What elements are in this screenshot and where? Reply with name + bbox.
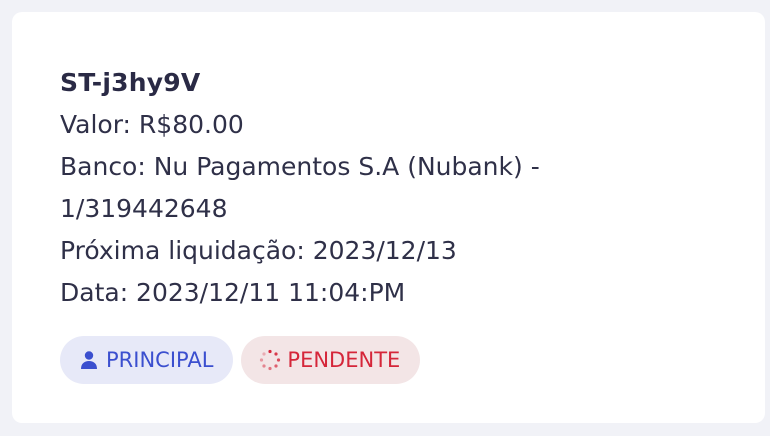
bank-line: Banco: Nu Pagamentos S.A (Nubank) - <box>60 152 540 181</box>
date-line: Data: 2023/12/11 11:04:PM <box>60 278 406 307</box>
principal-badge-label: PRINCIPAL <box>106 348 214 372</box>
spinner-icon <box>259 349 281 371</box>
value-line: Valor: R$80.00 <box>60 110 244 139</box>
settlement-details: Valor: R$80.00 Banco: Nu Pagamentos S.A … <box>60 104 580 314</box>
next-settlement-line: Próxima liquidação: 2023/12/13 <box>60 236 457 265</box>
pending-badge: PENDENTE <box>241 336 421 384</box>
settlement-id: ST-j3hy9V <box>60 68 201 97</box>
principal-badge: PRINCIPAL <box>60 336 234 384</box>
user-icon <box>78 349 100 371</box>
pending-badge-label: PENDENTE <box>287 348 401 372</box>
bank-account-line: 1/319442648 <box>60 194 228 223</box>
settlement-card: ST-j3hy9V Valor: R$80.00 Banco: Nu Pagam… <box>12 12 765 423</box>
badge-row: PRINCIPAL PENDENTE <box>60 336 717 384</box>
